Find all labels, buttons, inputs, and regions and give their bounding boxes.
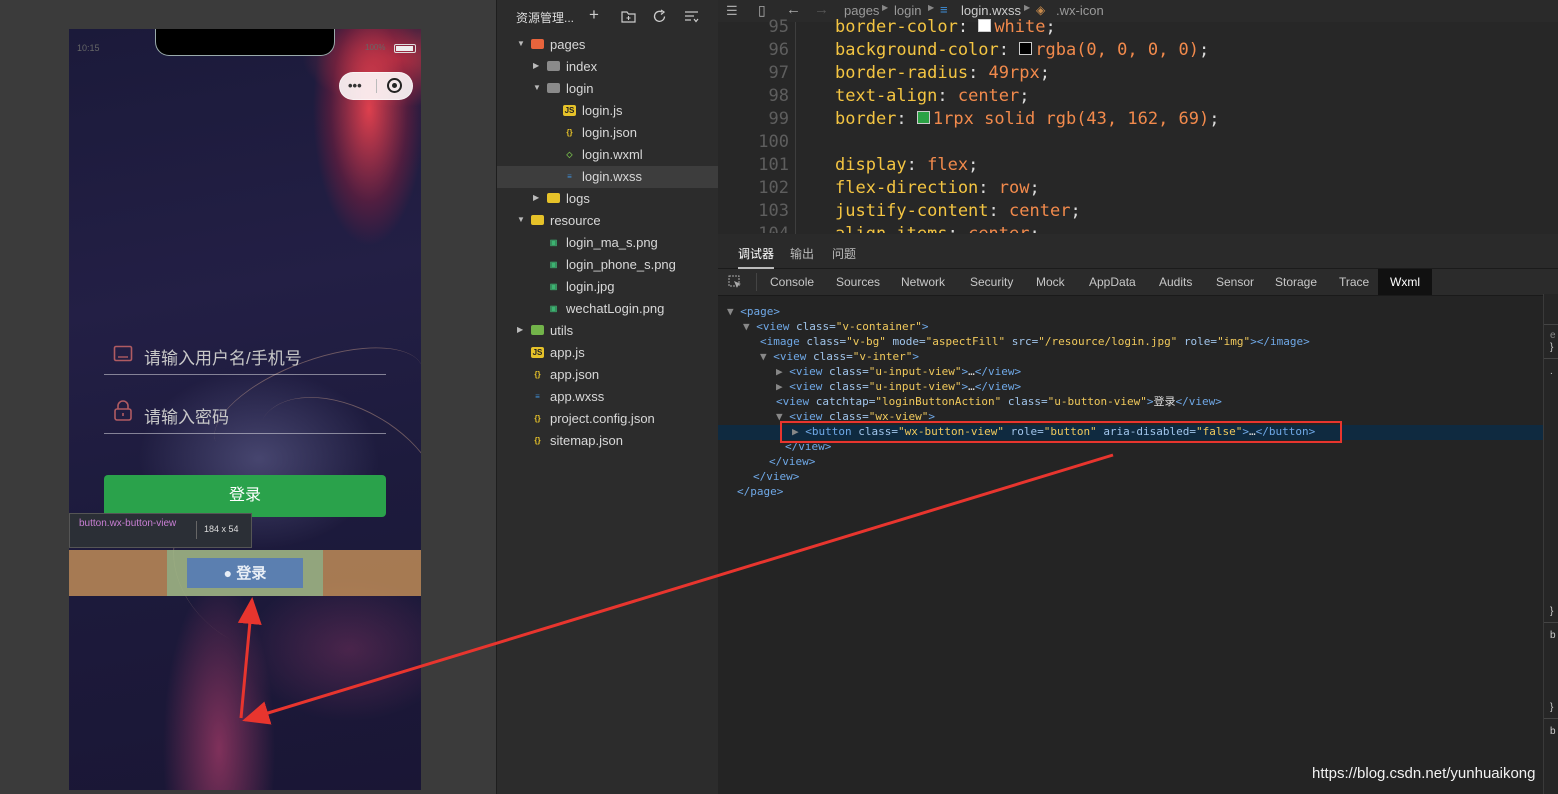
annotation-arrow	[237, 597, 262, 719]
annotation-arrows	[237, 453, 1114, 725]
annotation-arrow	[242, 453, 1114, 725]
watermark: https://blog.csdn.net/yunhuaikong	[1312, 765, 1536, 782]
